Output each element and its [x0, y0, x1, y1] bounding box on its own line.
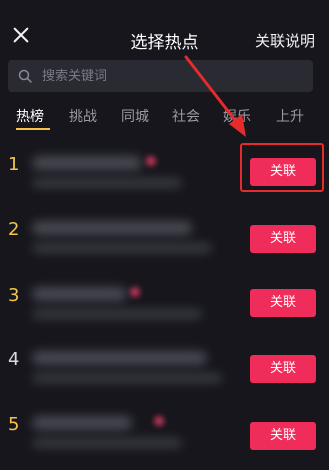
- tab-challenge[interactable]: 挑战: [69, 106, 97, 126]
- top-bar: 选择热点 关联说明: [0, 0, 329, 56]
- link-button[interactable]: 关联: [250, 225, 316, 253]
- blurred-topic-subtitle: [32, 309, 202, 319]
- active-tab-indicator: [16, 128, 50, 130]
- search-bar[interactable]: [8, 60, 313, 92]
- rank-number: 1: [8, 154, 20, 175]
- link-button[interactable]: 关联: [250, 289, 316, 317]
- link-explanation-button[interactable]: 关联说明: [255, 30, 315, 51]
- blurred-topic-title: [32, 287, 127, 301]
- rank-number: 3: [8, 285, 20, 306]
- search-icon: [18, 69, 32, 83]
- blurred-hot-tag: [154, 416, 164, 426]
- blurred-topic-title: [32, 351, 207, 365]
- tab-entertainment[interactable]: 娱乐: [223, 106, 251, 126]
- blurred-topic-subtitle: [32, 438, 182, 448]
- tab-society[interactable]: 社会: [172, 106, 200, 126]
- list-item[interactable]: 4 关联: [0, 345, 329, 405]
- blurred-topic-title: [32, 221, 192, 235]
- rank-number: 5: [8, 414, 20, 435]
- tab-rising[interactable]: 上升: [276, 106, 304, 126]
- rank-number: 2: [8, 219, 20, 240]
- search-input[interactable]: [42, 60, 292, 92]
- tab-local[interactable]: 同城: [121, 106, 149, 126]
- list-item[interactable]: 3 关联: [0, 279, 329, 339]
- blurred-topic-title: [32, 416, 132, 430]
- link-button[interactable]: 关联: [250, 422, 316, 450]
- blurred-hot-tag: [130, 287, 140, 297]
- blurred-topic-subtitle: [32, 178, 182, 188]
- list-item[interactable]: 2 关联: [0, 207, 329, 267]
- blurred-topic-subtitle: [32, 373, 222, 383]
- blurred-topic-subtitle: [32, 243, 212, 253]
- list-item[interactable]: 5 关联: [0, 410, 329, 470]
- annotation-highlight-box: [240, 143, 324, 192]
- blurred-topic-title: [32, 156, 142, 170]
- rank-number: 4: [8, 349, 20, 370]
- tab-hot-list[interactable]: 热榜: [16, 106, 44, 126]
- blurred-hot-tag: [146, 156, 156, 166]
- link-button[interactable]: 关联: [250, 355, 316, 383]
